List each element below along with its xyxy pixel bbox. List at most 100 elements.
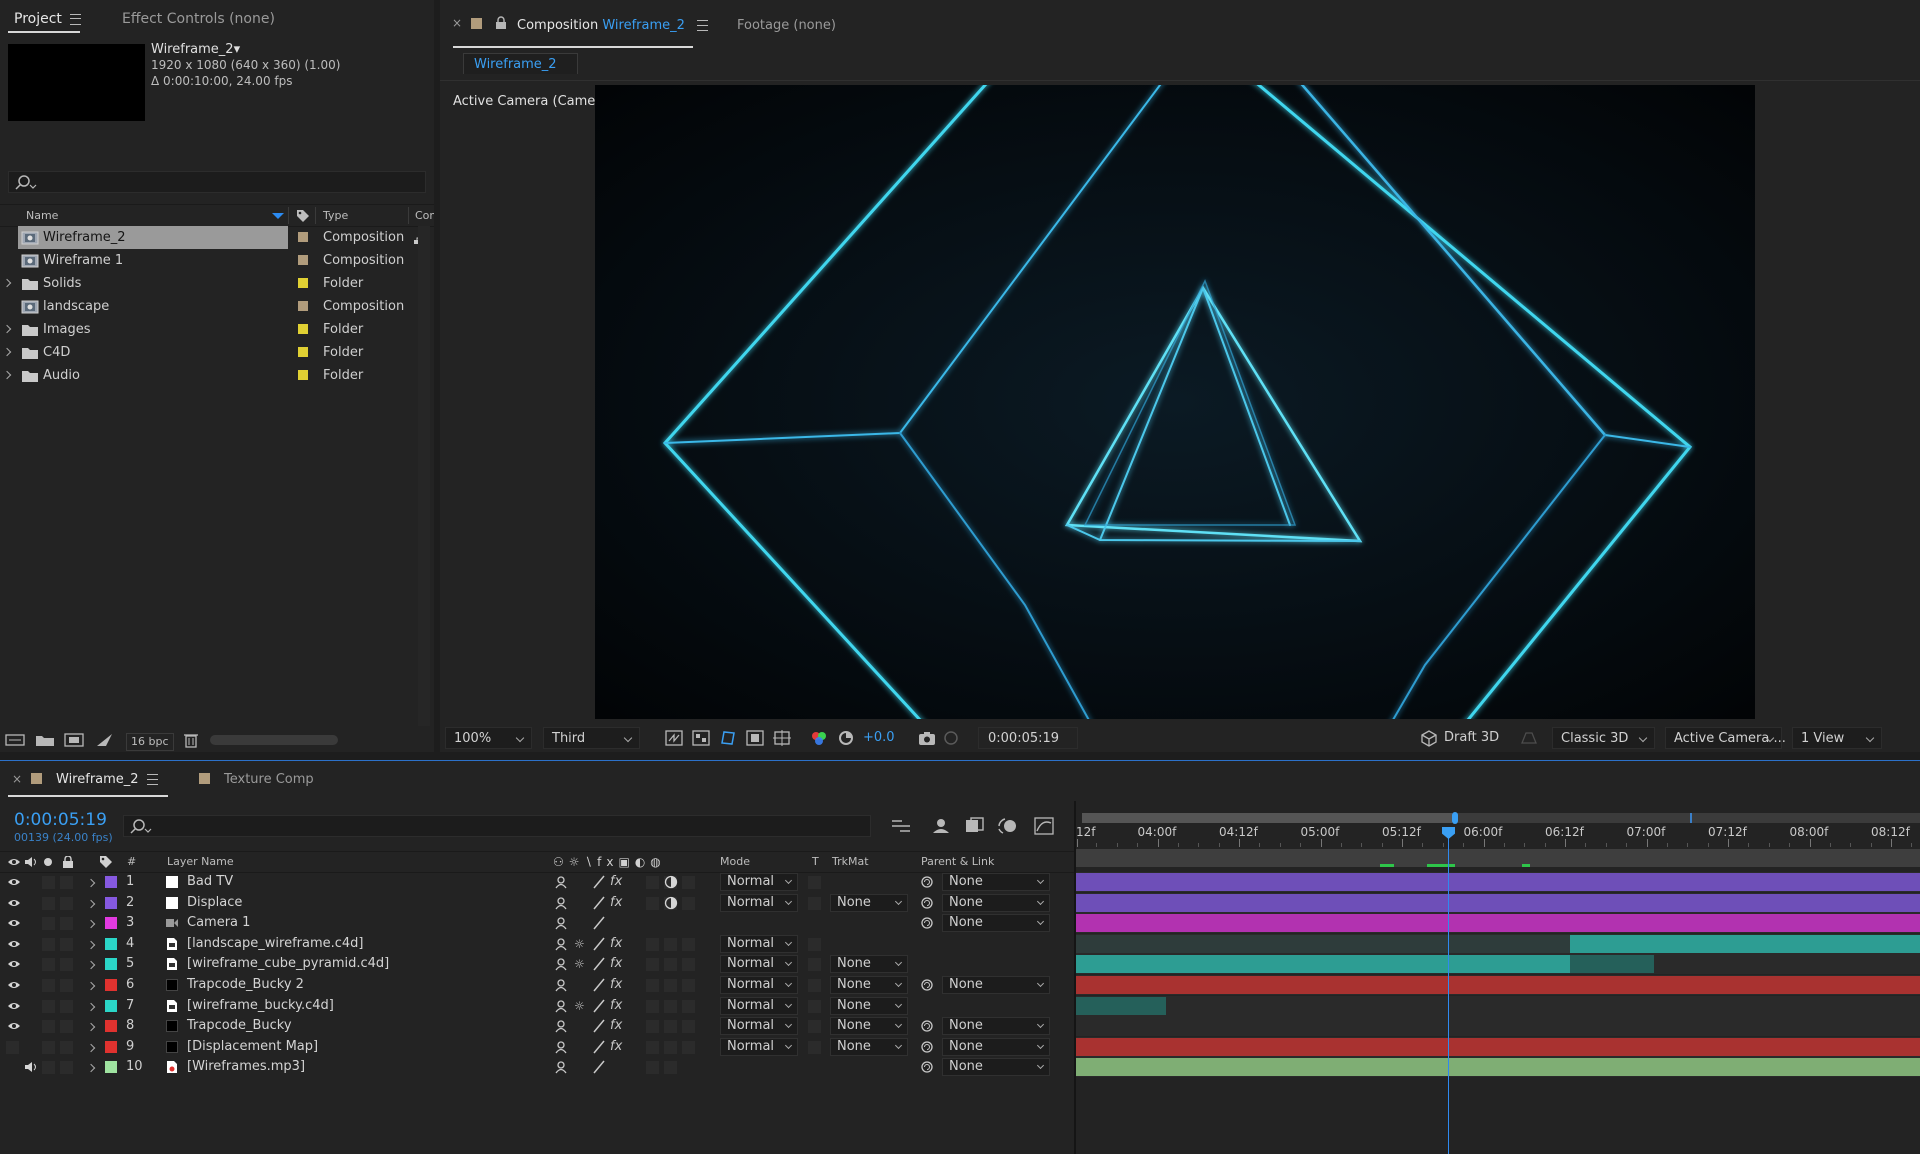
show-snapshot-icon[interactable]	[942, 730, 960, 746]
layer-row[interactable]: 9 [Displacement Map] fx Normal None None	[0, 1037, 1074, 1057]
preserve-transparency-box[interactable]	[808, 999, 821, 1013]
column-type[interactable]: Type	[323, 205, 348, 226]
color-management-icon[interactable]	[837, 730, 855, 746]
effects-switch-icon[interactable]: fx	[610, 893, 622, 913]
preview-dropdown-icon[interactable]: ▾	[234, 42, 241, 57]
frame-blending-icon[interactable]	[964, 817, 986, 835]
parent-pickwhip-icon[interactable]	[920, 1019, 934, 1033]
lock-header-icon[interactable]	[62, 856, 74, 868]
layer-name[interactable]: Trapcode_Bucky 2	[187, 975, 304, 995]
layer-row[interactable]: 8 Trapcode_Bucky fx Normal None None	[0, 1016, 1074, 1036]
zoom-dropdown[interactable]: 100%	[445, 727, 532, 749]
frame-blend-switch-box[interactable]	[646, 979, 659, 992]
project-search-field[interactable]	[8, 171, 426, 193]
layer-duration-bar[interactable]	[1076, 914, 1920, 933]
expand-arrow-icon[interactable]	[2, 370, 12, 380]
layer-name[interactable]: Displace	[187, 893, 242, 913]
frame-blend-switch-box[interactable]	[646, 896, 659, 910]
quality-switch-icon[interactable]	[592, 937, 606, 951]
lock-switch-box[interactable]	[60, 1061, 73, 1075]
project-item[interactable]: Images Folder	[0, 318, 432, 341]
layer-search-field[interactable]	[123, 815, 871, 837]
layer-row[interactable]: 2 Displace fx Normal None None	[0, 893, 1074, 913]
layer-duration-bar[interactable]	[1076, 873, 1920, 891]
lock-switch-box[interactable]	[60, 999, 73, 1013]
twirl-arrow-icon[interactable]	[86, 899, 96, 908]
preserve-transparency-box[interactable]	[808, 896, 821, 910]
twirl-arrow-icon[interactable]	[86, 981, 96, 991]
parent-pickwhip-icon[interactable]	[920, 896, 934, 910]
project-item[interactable]: C4D Folder	[0, 341, 432, 364]
color-channels-icon[interactable]	[810, 730, 828, 746]
preserve-transparency-box[interactable]	[808, 876, 821, 889]
project-item[interactable]: Audio Folder	[0, 364, 432, 387]
solo-header-icon[interactable]	[44, 858, 52, 866]
preserve-transparency-box[interactable]	[808, 979, 821, 992]
layer-name[interactable]: [wireframe_cube_pyramid.c4d]	[187, 954, 389, 974]
new-folder-icon[interactable]	[35, 733, 55, 747]
quality-switch-icon[interactable]	[592, 1060, 606, 1074]
twirl-arrow-icon[interactable]	[86, 919, 96, 929]
solo-switch-box[interactable]	[42, 876, 55, 889]
shy-switch-icon[interactable]	[554, 916, 568, 930]
project-item[interactable]: landscape Composition	[0, 295, 432, 318]
collapse-switch-icon[interactable]: ☼	[574, 934, 585, 954]
panel-menu-icon[interactable]	[69, 13, 81, 25]
motion-blur-switch-box[interactable]	[664, 1020, 677, 1034]
tab-composition[interactable]: Composition Wireframe_2	[517, 18, 709, 33]
composition-subtab[interactable]: Wireframe_2	[463, 53, 578, 74]
solo-switch-box[interactable]	[42, 1020, 55, 1034]
new-composition-icon[interactable]	[64, 733, 84, 747]
video-visibility-header-icon[interactable]	[7, 857, 21, 867]
layer-duration-bar[interactable]	[1570, 955, 1654, 974]
expand-arrow-icon[interactable]	[2, 278, 12, 288]
lock-switch-box[interactable]	[60, 917, 73, 931]
effects-switch-icon[interactable]: fx	[610, 1016, 622, 1036]
panel-menu-icon[interactable]	[146, 774, 158, 785]
lock-switch-box[interactable]	[60, 958, 73, 972]
lock-switch-box[interactable]	[60, 979, 73, 992]
blend-mode-dropdown[interactable]: Normal	[720, 1017, 798, 1036]
solo-switch-box[interactable]	[42, 917, 55, 931]
current-time-timecode[interactable]: 0:00:05:19	[14, 810, 107, 830]
grid-guides-icon[interactable]	[773, 730, 791, 746]
3d-layer-switch-box[interactable]	[682, 876, 695, 889]
parent-pickwhip-icon[interactable]	[920, 978, 934, 992]
motion-blur-icon[interactable]	[997, 817, 1019, 835]
parent-dropdown[interactable]: None	[942, 914, 1050, 933]
column-layer-name[interactable]: Layer Name	[167, 852, 234, 872]
preview-title[interactable]: Wireframe_2▾	[151, 42, 240, 57]
layer-duration-bar[interactable]	[1076, 893, 1920, 912]
column-comment[interactable]: Com	[415, 205, 434, 226]
layer-row[interactable]: 6 Trapcode_Bucky 2 fx Normal None None	[0, 975, 1074, 995]
playhead-line[interactable]	[1448, 827, 1449, 1154]
layer-label-swatch[interactable]	[105, 958, 117, 971]
layer-row[interactable]: 5 [wireframe_cube_pyramid.c4d] ☼ fx Normal No…	[0, 954, 1074, 974]
layer-name[interactable]: Bad TV	[187, 872, 233, 892]
exposure-value[interactable]: +0.0	[863, 730, 895, 745]
parent-dropdown[interactable]: None	[942, 1058, 1050, 1077]
motion-blur-switch-box[interactable]	[664, 979, 677, 992]
tab-texture-comp[interactable]: Texture Comp	[224, 772, 314, 787]
time-navigator[interactable]	[1082, 812, 1920, 824]
frame-blend-switch-box[interactable]	[646, 876, 659, 889]
project-item[interactable]: Solids Folder	[0, 272, 432, 295]
solo-switch-box[interactable]	[42, 896, 55, 910]
layer-duration-bar[interactable]	[1076, 1037, 1920, 1056]
bit-depth-button[interactable]: 16 bpc	[126, 733, 174, 751]
parent-dropdown[interactable]: None	[942, 893, 1050, 912]
draft-3d-label[interactable]: Draft 3D	[1444, 730, 1499, 745]
layer-duration-bar[interactable]	[1076, 976, 1920, 994]
lock-icon[interactable]	[495, 16, 507, 29]
layer-label-swatch[interactable]	[105, 917, 117, 930]
preserve-transparency-box[interactable]	[808, 1040, 821, 1054]
preserve-transparency-box[interactable]	[808, 1020, 821, 1034]
layer-label-swatch[interactable]	[105, 979, 117, 991]
effects-switch-icon[interactable]: fx	[610, 975, 622, 995]
twirl-arrow-icon[interactable]	[86, 961, 96, 970]
shy-layers-icon[interactable]	[930, 817, 952, 835]
adjustment-layer-icon[interactable]	[664, 896, 678, 910]
twirl-arrow-icon[interactable]	[86, 1022, 96, 1032]
parent-pickwhip-icon[interactable]	[920, 916, 934, 930]
shy-switch-icon[interactable]	[554, 957, 568, 971]
